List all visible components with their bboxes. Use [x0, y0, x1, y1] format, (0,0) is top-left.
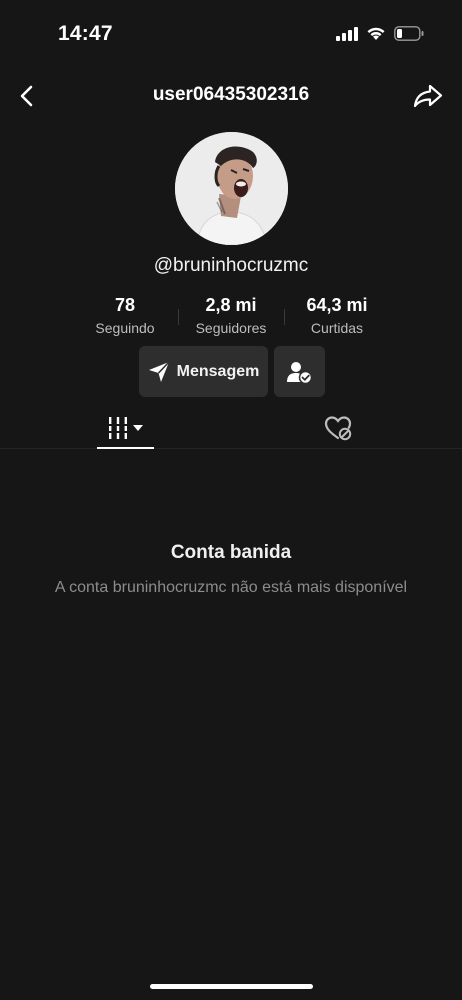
user-check-icon — [286, 361, 312, 384]
banned-description: A conta bruninhocruzmc não está mais dis… — [54, 579, 408, 596]
following-button[interactable] — [274, 346, 325, 397]
stat-value: 2,8 mi — [205, 295, 257, 315]
profile-stats: 78 Seguindo 2,8 mi Seguidores 64,3 mi Cu… — [72, 295, 390, 341]
message-button-label: Mensagem — [176, 362, 260, 380]
profile-tabs — [0, 406, 462, 449]
tab-videos[interactable] — [97, 406, 154, 449]
message-button[interactable]: Mensagem — [139, 346, 268, 397]
grid-icon — [108, 416, 128, 439]
profile-actions: Mensagem — [139, 346, 325, 397]
stat-followers[interactable]: 2,8 mi Seguidores — [178, 295, 284, 341]
wifi-icon — [367, 27, 385, 40]
status-icons — [336, 26, 424, 41]
status-time: 14:47 — [58, 22, 113, 45]
heart-hidden-icon — [324, 416, 352, 441]
stat-value: 78 — [114, 295, 136, 315]
stat-following[interactable]: 78 Seguindo — [72, 295, 178, 341]
share-icon — [413, 84, 443, 108]
profile-photo — [175, 132, 288, 245]
chevron-down-icon — [133, 424, 143, 431]
stat-label: Curtidas — [310, 320, 364, 336]
avatar[interactable] — [175, 132, 288, 245]
active-tab-indicator — [97, 447, 154, 449]
stat-label: Seguindo — [95, 320, 155, 336]
share-button[interactable] — [412, 80, 444, 112]
stat-likes[interactable]: 64,3 mi Curtidas — [284, 295, 390, 341]
stat-value: 64,3 mi — [306, 295, 368, 315]
header: user06435302316 — [0, 70, 462, 122]
page-title: user06435302316 — [152, 84, 310, 105]
tab-liked[interactable] — [322, 412, 354, 444]
banned-title: Conta banida — [170, 542, 292, 563]
send-icon — [148, 360, 170, 382]
home-indicator[interactable] — [150, 984, 313, 989]
profile-handle: @bruninhocruzmc — [153, 255, 309, 276]
status-bar: 14:47 — [0, 0, 462, 62]
signal-icon — [336, 26, 358, 41]
battery-icon — [394, 26, 424, 41]
stat-label: Seguidores — [195, 320, 267, 336]
